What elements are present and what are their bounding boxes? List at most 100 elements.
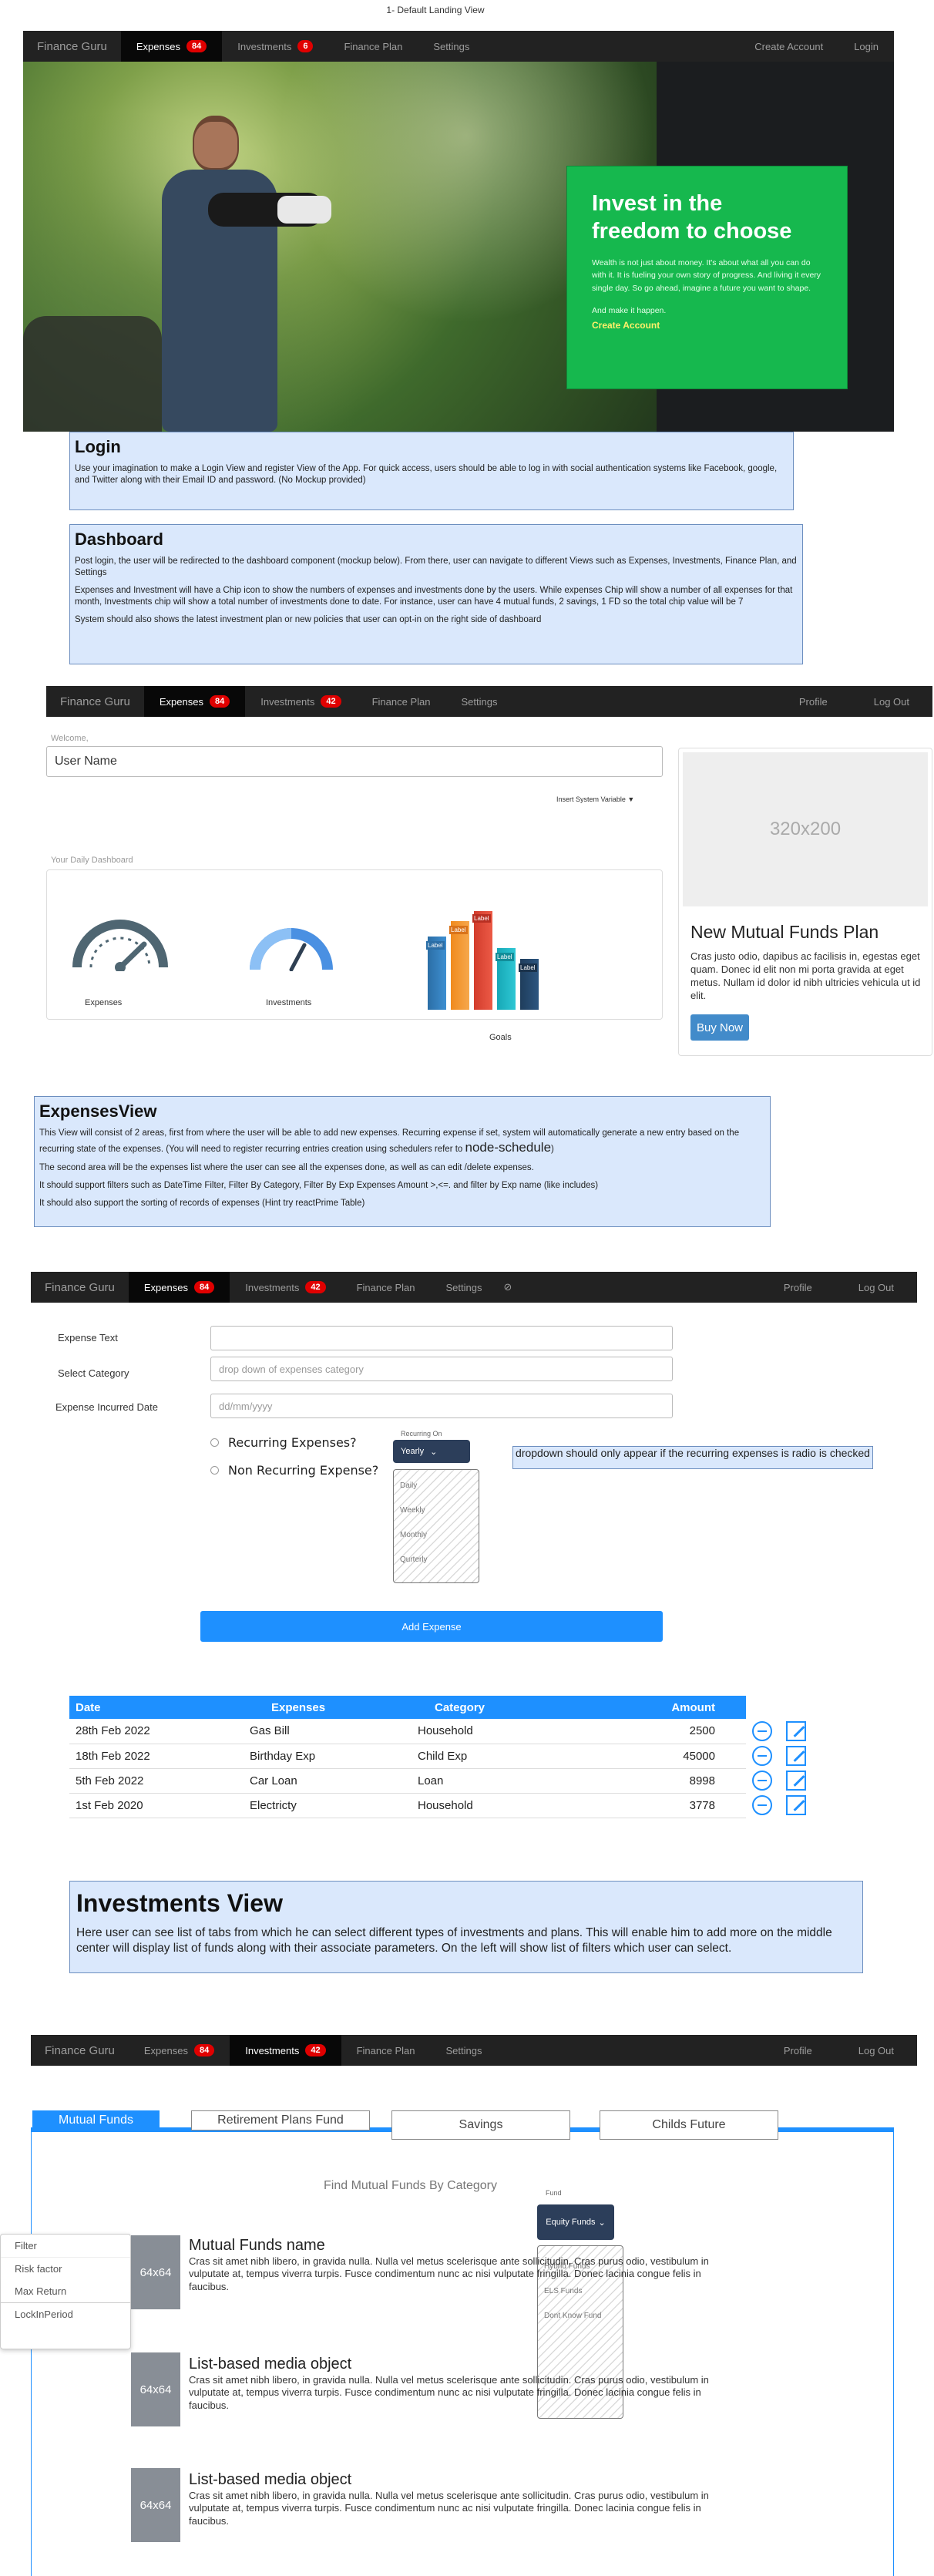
recurring-option[interactable]: Daily [394, 1473, 479, 1498]
insert-system-variable[interactable]: Insert System Variable ▼ [556, 795, 634, 803]
tab-retirement-plans[interactable]: Retirement Plans Fund [191, 2110, 370, 2130]
delete-icon[interactable] [752, 1721, 772, 1741]
non-recurring-radio[interactable]: Non Recurring Expense? [210, 1463, 378, 1478]
col-amount[interactable]: Amount [583, 1696, 746, 1719]
nav-investments[interactable]: Investments 42 [245, 686, 356, 717]
recurring-on-label: Recurring On [401, 1430, 442, 1438]
nav-expenses[interactable]: Expenses 84 [120, 31, 223, 62]
filter-panel: Filter Risk factor Max Return LockInPeri… [0, 2234, 131, 2349]
brand-logo[interactable]: Finance Guru [31, 1281, 129, 1294]
brand-logo[interactable]: Finance Guru [46, 695, 144, 708]
add-expense-button[interactable]: Add Expense [200, 1611, 663, 1642]
recurring-option[interactable]: Qurterly [394, 1547, 479, 1572]
nav-profile[interactable]: Profile [761, 2035, 835, 2066]
nav-create-account[interactable]: Create Account [739, 31, 838, 62]
caret-down-icon: ▼ [627, 795, 635, 803]
login-note-body: Use your imagination to make a Login Vie… [75, 464, 778, 485]
nav-investments[interactable]: Investments 42 [230, 2035, 341, 2066]
nav-expenses[interactable]: Expenses 84 [129, 2035, 230, 2066]
radio-icon [210, 1438, 219, 1447]
delete-icon[interactable] [752, 1795, 772, 1815]
fund-select[interactable]: Equity Funds ⌄ [537, 2204, 614, 2240]
dashboard-note-p2: Expenses and Investment will have a Chip… [75, 585, 793, 607]
filter-max-return[interactable]: Max Return [1, 2280, 130, 2303]
goals-chart-icon[interactable]: Label Label Label Label Label [420, 902, 559, 1010]
investments-note: Investments View Here user can see list … [69, 1881, 863, 1973]
nav-investments[interactable]: Investments 42 [230, 1272, 341, 1303]
delete-icon[interactable] [752, 1771, 772, 1791]
col-expenses[interactable]: Expenses [244, 1696, 412, 1719]
brand-logo[interactable]: Finance Guru [31, 2044, 129, 2057]
table-row[interactable]: 1st Feb 2020 Electricty Household 3778 [69, 1793, 840, 1818]
recurring-option[interactable]: Monthly [394, 1522, 479, 1547]
edit-icon[interactable] [786, 1771, 806, 1791]
dashboard-note-p1: Post login, the user will be redirected … [75, 557, 797, 577]
nav-expenses[interactable]: Expenses 84 [143, 686, 246, 717]
nav-logout[interactable]: Log Out [835, 1272, 917, 1303]
fund-title[interactable]: Mutual Funds name [189, 2237, 325, 2255]
investments-gauge-icon[interactable] [249, 925, 334, 971]
dashboard-note-title: Dashboard [75, 530, 163, 549]
col-category[interactable]: Category [412, 1696, 583, 1719]
nav-finance-plan[interactable]: Finance Plan [341, 2035, 431, 2066]
fund-option[interactable]: Dont Know Fund [538, 2303, 623, 2328]
nav-login[interactable]: Login [838, 31, 894, 62]
plan-body: Cras justo odio, dapibus ac facilisis in… [690, 950, 921, 1001]
category-select[interactable]: drop down of expenses category [210, 1357, 673, 1381]
fund-title[interactable]: List-based media object [189, 2356, 351, 2373]
nav-settings[interactable]: Settings ⊘ [430, 1272, 527, 1303]
nav-settings[interactable]: Settings [418, 31, 485, 62]
nav-investments[interactable]: Investments 6 [222, 31, 328, 62]
recurring-option[interactable]: Weekly [394, 1498, 479, 1522]
filter-lockin-period[interactable]: LockInPeriod [1, 2303, 130, 2325]
edit-icon[interactable] [786, 1795, 806, 1815]
nav-profile[interactable]: Profile [776, 686, 851, 717]
nav-profile[interactable]: Profile [761, 1272, 835, 1303]
expenses-badge: 84 [193, 1281, 215, 1293]
cell-date: 18th Feb 2022 [69, 1744, 244, 1769]
table-row[interactable]: 5th Feb 2022 Car Loan Loan 8998 [69, 1768, 840, 1794]
nav-expenses[interactable]: Expenses 84 [128, 1272, 230, 1303]
brand-logo[interactable]: Finance Guru [23, 40, 121, 53]
top-navbar: Finance Guru Expenses 84 Investments 6 Fin… [23, 31, 894, 62]
expense-text-label: Expense Text [58, 1332, 118, 1343]
hero-section: Invest in the freedom to choose Wealth i… [23, 62, 894, 432]
cell-expense: Gas Bill [244, 1719, 412, 1744]
edit-icon[interactable] [786, 1746, 806, 1766]
fund-title[interactable]: List-based media object [189, 2471, 351, 2489]
create-account-link[interactable]: Create Account [592, 320, 822, 331]
recurring-select[interactable]: Yearly ⌄ [393, 1440, 470, 1463]
goal-bar: Label [426, 937, 446, 1010]
new-plan-card: 320x200 New Mutual Funds Plan Cras justo… [678, 748, 932, 1056]
buy-now-button[interactable]: Buy Now [690, 1014, 749, 1041]
nav-logout[interactable]: Log Out [835, 2035, 917, 2066]
tab-childs-future[interactable]: Childs Future [600, 2110, 778, 2140]
table-row[interactable]: 18th Feb 2022 Birthday Exp Child Exp 450… [69, 1744, 840, 1769]
date-input[interactable]: dd/mm/yyyy [210, 1394, 673, 1418]
expense-text-input[interactable] [210, 1326, 673, 1350]
goal-bar: Label [449, 921, 469, 1010]
tab-mutual-funds[interactable]: Mutual Funds [32, 2110, 160, 2130]
cell-date: 1st Feb 2020 [69, 1793, 244, 1818]
nav-settings[interactable]: Settings [430, 2035, 497, 2066]
recurring-radio[interactable]: Recurring Expenses? [210, 1435, 357, 1450]
nav-finance-plan[interactable]: Finance Plan [357, 686, 446, 717]
tab-savings[interactable]: Savings [391, 2110, 570, 2140]
delete-icon[interactable] [752, 1746, 772, 1766]
investments-navbar: Finance Guru Expenses 84 Investments 42 Fi… [31, 2035, 917, 2066]
filter-risk-factor[interactable]: Risk factor [1, 2258, 130, 2280]
nav-finance-plan[interactable]: Finance Plan [328, 31, 418, 62]
expenses-gauge-icon[interactable] [71, 913, 170, 971]
table-row[interactable]: 28th Feb 2022 Gas Bill Household 2500 [69, 1719, 840, 1744]
edit-icon[interactable] [786, 1721, 806, 1741]
nav-logout[interactable]: Log Out [851, 686, 932, 717]
fund-description: Cras sit amet nibh libero, in gravida nu… [189, 2374, 709, 2411]
nav-settings[interactable]: Settings [445, 686, 512, 717]
expenses-widget-label: Expenses [85, 998, 123, 1007]
nav-finance-plan[interactable]: Finance Plan [341, 1272, 431, 1303]
login-note-title: Login [75, 437, 121, 456]
user-name-field[interactable]: User Name [46, 746, 663, 777]
person-figure [154, 116, 331, 432]
col-date[interactable]: Date [69, 1696, 244, 1719]
goals-widget-label: Goals [489, 1033, 512, 1042]
